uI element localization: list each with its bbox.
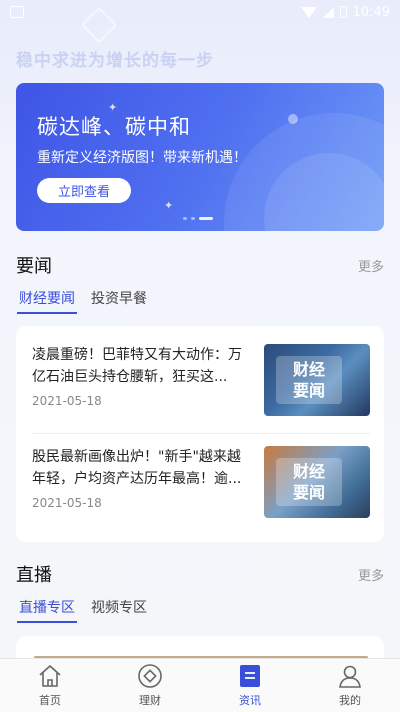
live-section-title: 直播: [16, 565, 52, 586]
notification-icon: [10, 6, 24, 18]
thumbnail-label-line: 要闻: [292, 381, 325, 400]
signal-icon: [322, 6, 334, 18]
news-thumbnail: 财经 要闻: [264, 446, 370, 518]
tabbar-item-profile[interactable]: 我的: [310, 663, 390, 708]
tab-live-zone[interactable]: 直播专区: [17, 597, 77, 623]
tabbar-label: 理财: [139, 694, 161, 707]
news-title: 股民最新画像出炉！"新手"越来越年轻，户均资产达历年最高！逾...: [32, 449, 242, 487]
news-text: 凌晨重磅！巴菲特又有大动作：万亿石油巨头持仓腰斩，狂买这... 2021-05-…: [32, 344, 254, 416]
news-tabs: 财经要闻 投资早餐: [17, 288, 147, 314]
thumbnail-label-line: 财经: [292, 360, 325, 379]
promo-banner[interactable]: ✦ ✦ 碳达峰、碳中和 重新定义经济版图！带来新机遇！ 立即查看: [16, 83, 384, 231]
tab-video-zone[interactable]: 视频专区: [91, 597, 147, 623]
carousel-dot[interactable]: [191, 217, 195, 220]
status-indicators: 10:49: [300, 4, 390, 20]
carousel-dot[interactable]: [183, 217, 187, 220]
news-text: 股民最新画像出炉！"新手"越来越年轻，户均资产达历年最高！逾... 2021-0…: [32, 446, 254, 518]
news-item[interactable]: 股民最新画像出炉！"新手"越来越年轻，户均资产达历年最高！逾... 2021-0…: [32, 446, 370, 518]
status-bar: 10:49: [0, 0, 400, 24]
slogan-text: 稳中求进为增长的每一步: [16, 51, 214, 71]
thumbnail-label-line: 要闻: [292, 483, 325, 502]
news-thumbnail: 财经 要闻: [264, 344, 370, 416]
tabbar-label: 我的: [339, 694, 361, 707]
tabbar-item-news[interactable]: 资讯: [210, 663, 290, 708]
live-tabs: 直播专区 视频专区: [17, 597, 147, 623]
live-section-header: 直播 更多: [16, 561, 384, 587]
home-icon: [37, 663, 63, 689]
profile-icon: [337, 663, 363, 689]
news-date: 2021-05-18: [32, 394, 102, 408]
banner-subtitle: 重新定义经济版图！带来新机遇！: [37, 150, 247, 166]
tabbar-label: 资讯: [239, 694, 261, 707]
banner-title: 碳达峰、碳中和: [37, 115, 191, 139]
news-date: 2021-05-18: [32, 496, 102, 510]
tabbar-label: 首页: [39, 694, 61, 707]
sparkle-icon: ✦: [164, 199, 174, 212]
thumbnail-label: 财经 要闻: [276, 356, 342, 404]
carousel-dot-active[interactable]: [199, 217, 213, 220]
carousel-indicator: [183, 217, 213, 220]
live-more-link[interactable]: 更多: [358, 565, 384, 584]
banner-decor-dot: [288, 114, 298, 124]
tabbar-item-wealth[interactable]: 理财: [110, 663, 190, 708]
thumbnail-label: 财经 要闻: [276, 458, 342, 506]
divider: [32, 433, 370, 434]
status-time: 10:49: [352, 4, 390, 20]
wealth-icon: [137, 663, 163, 689]
wifi-icon: [300, 6, 317, 18]
news-title: 凌晨重磅！巴菲特又有大动作：万亿石油巨头持仓腰斩，狂买这...: [32, 347, 242, 385]
tab-finance-news[interactable]: 财经要闻: [17, 288, 77, 314]
tab-investment-breakfast[interactable]: 投资早餐: [91, 288, 147, 314]
news-more-link[interactable]: 更多: [358, 256, 384, 275]
battery-icon: [339, 6, 347, 18]
news-section-header: 要闻 更多: [16, 252, 384, 278]
news-icon: [237, 663, 263, 689]
thumbnail-label-line: 财经: [292, 462, 325, 481]
news-section-title: 要闻: [16, 256, 52, 277]
bottom-tab-bar: 首页 理财 资讯 我的: [0, 658, 400, 712]
news-list-card: 凌晨重磅！巴菲特又有大动作：万亿石油巨头持仓腰斩，狂买这... 2021-05-…: [16, 326, 384, 542]
view-now-button[interactable]: 立即查看: [37, 178, 131, 203]
tabbar-item-home[interactable]: 首页: [10, 663, 90, 708]
news-item[interactable]: 凌晨重磅！巴菲特又有大动作：万亿石油巨头持仓腰斩，狂买这... 2021-05-…: [32, 344, 370, 416]
